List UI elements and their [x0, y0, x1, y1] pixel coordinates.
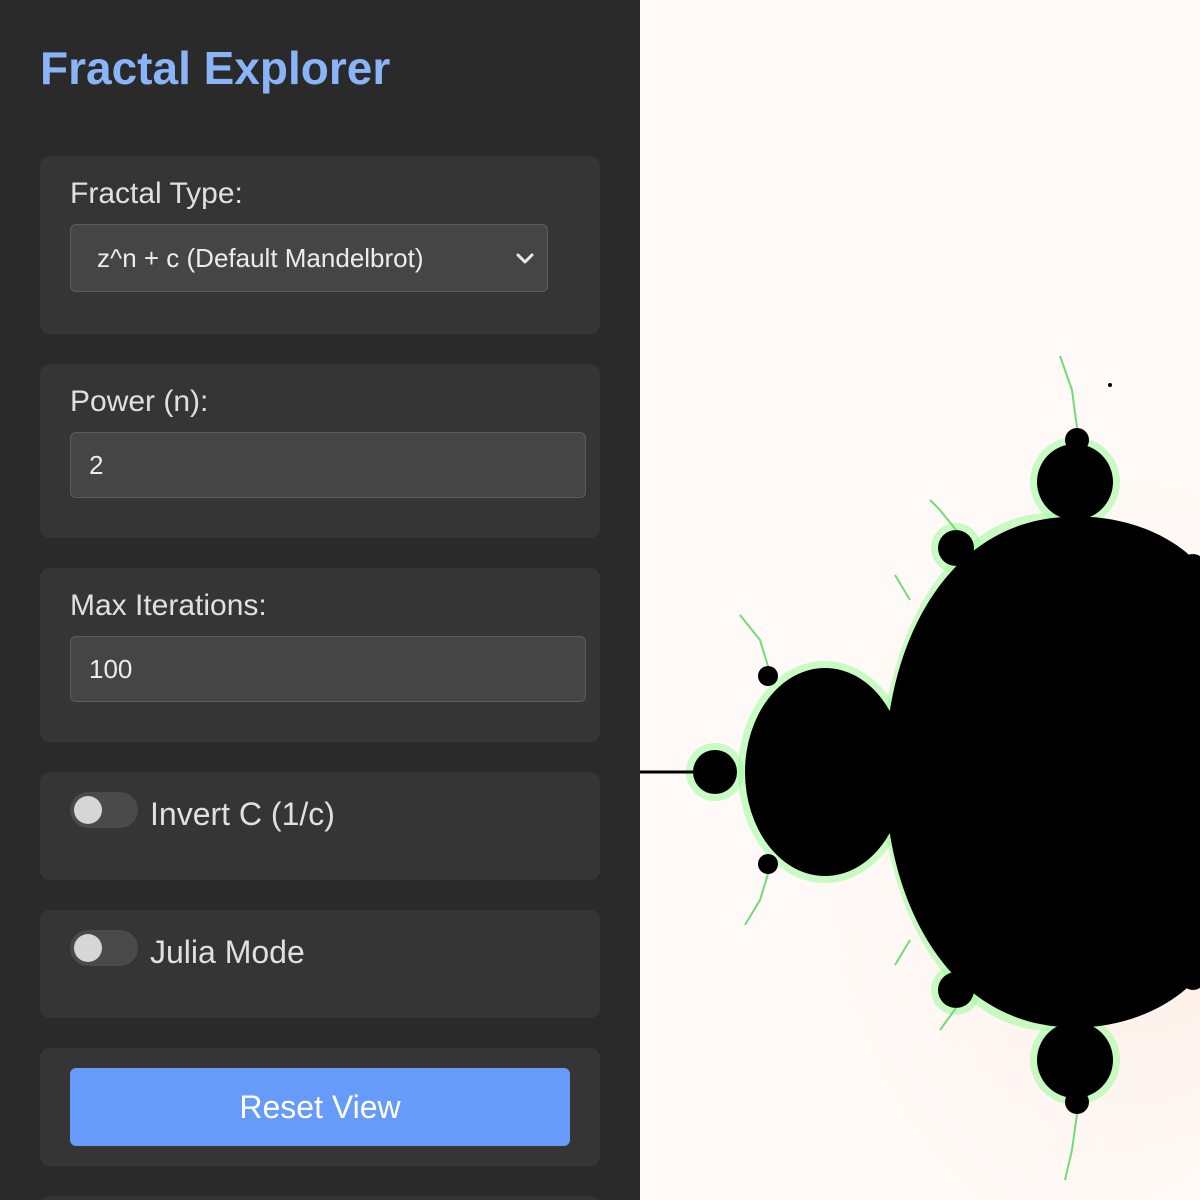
next-panel: [40, 1196, 600, 1200]
controls-sidebar: Fractal Explorer Fractal Type: z^n + c (…: [0, 0, 640, 1200]
period-2-bulb: [745, 668, 905, 876]
fractal-type-panel: Fractal Type: z^n + c (Default Mandelbro…: [40, 156, 600, 334]
bottom-bulb: [1037, 1022, 1113, 1098]
fractal-explorer-app: Fractal Explorer Fractal Type: z^n + c (…: [0, 0, 1200, 1200]
invert-c-toggle[interactable]: [70, 792, 138, 828]
p2-upper-minibulb: [758, 666, 778, 686]
max-iterations-input[interactable]: 100: [70, 636, 586, 702]
axis-minibulb: [693, 750, 737, 794]
bottom-bulb-tip: [1065, 1090, 1089, 1114]
max-iterations-input-value: 100: [89, 654, 133, 684]
max-iterations-panel: Max Iterations: 100: [40, 568, 600, 742]
app-title: Fractal Explorer: [40, 42, 391, 94]
chevron-down-icon: [516, 253, 534, 264]
toggle-knob: [74, 796, 102, 824]
reset-panel: Reset View: [40, 1048, 600, 1166]
fractal-type-selected-value: z^n + c (Default Mandelbrot): [97, 243, 424, 273]
julia-mode-panel: Julia Mode: [40, 910, 600, 1018]
fractal-type-select[interactable]: z^n + c (Default Mandelbrot): [70, 224, 548, 292]
max-iterations-label: Max Iterations:: [70, 589, 267, 622]
power-panel: Power (n): 2: [40, 364, 600, 538]
julia-mode-toggle[interactable]: [70, 930, 138, 966]
top-bulb: [1037, 444, 1113, 520]
power-input-value: 2: [89, 450, 104, 480]
fractal-type-label: Fractal Type:: [70, 177, 243, 210]
top-bulb-tip: [1065, 428, 1089, 452]
upper-side-bulb: [938, 530, 974, 566]
p2-lower-minibulb: [758, 854, 778, 874]
toggle-knob: [74, 934, 102, 962]
reset-view-button[interactable]: Reset View: [70, 1068, 570, 1146]
lower-side-bulb: [938, 972, 974, 1008]
julia-mode-label: Julia Mode: [150, 934, 305, 970]
fractal-canvas[interactable]: [640, 0, 1200, 1200]
power-label: Power (n):: [70, 385, 209, 418]
invert-c-panel: Invert C (1/c): [40, 772, 600, 880]
satellite-dot: [1108, 383, 1112, 387]
mandelbrot-render: [640, 0, 1200, 1200]
invert-c-label: Invert C (1/c): [150, 796, 335, 832]
power-input[interactable]: 2: [70, 432, 586, 498]
